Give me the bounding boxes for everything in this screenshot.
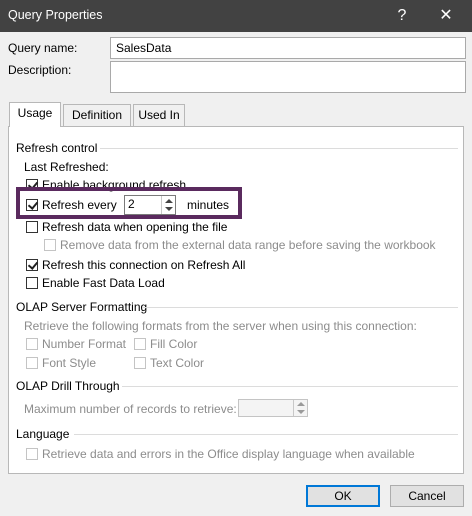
fast-data-load-label: Enable Fast Data Load <box>42 276 165 290</box>
refresh-on-refresh-all-label: Refresh this connection on Refresh All <box>42 258 246 272</box>
cancel-button[interactable]: Cancel <box>390 485 464 507</box>
text-color-checkbox[interactable] <box>134 357 146 369</box>
tab-used-in[interactable]: Used In <box>133 104 185 126</box>
window-title: Query Properties <box>8 8 103 22</box>
description-input[interactable] <box>110 61 466 93</box>
text-color-label: Text Color <box>150 356 205 370</box>
remove-data-checkbox[interactable] <box>44 239 56 251</box>
spinner-up-icon[interactable] <box>297 402 305 406</box>
max-records-spinner[interactable] <box>238 399 308 417</box>
spinner-down-icon[interactable] <box>297 410 305 414</box>
query-name-label: Query name: <box>8 41 78 55</box>
max-records-label: Maximum number of records to retrieve: <box>24 402 237 416</box>
query-name-input[interactable]: SalesData <box>110 37 466 59</box>
spinner-arrows[interactable] <box>293 400 307 416</box>
number-format-checkbox[interactable] <box>26 338 38 350</box>
title-bar: Query Properties ? ✕ <box>0 0 472 32</box>
refresh-on-refresh-all-checkbox[interactable] <box>26 259 38 271</box>
retrieve-office-language-label: Retrieve data and errors in the Office d… <box>42 447 415 461</box>
olap-drill-header: OLAP Drill Through <box>16 379 120 393</box>
fill-color-checkbox[interactable] <box>134 338 146 350</box>
section-divider <box>74 434 458 435</box>
refresh-on-open-checkbox[interactable] <box>26 221 38 233</box>
refresh-control-header: Refresh control <box>16 141 98 155</box>
fast-data-load-checkbox[interactable] <box>26 277 38 289</box>
olap-formatting-header: OLAP Server Formatting <box>16 300 148 314</box>
remove-data-label: Remove data from the external data range… <box>60 238 436 252</box>
retrieve-office-language-checkbox[interactable] <box>26 448 38 460</box>
olap-formatting-description: Retrieve the following formats from the … <box>24 319 417 333</box>
section-divider <box>122 386 458 387</box>
refresh-on-open-label: Refresh data when opening the file <box>42 220 228 234</box>
ok-button[interactable]: OK <box>306 485 380 507</box>
section-divider <box>100 148 458 149</box>
fill-color-label: Fill Color <box>150 337 198 351</box>
help-icon[interactable]: ? <box>388 4 416 28</box>
highlight-box <box>16 187 242 219</box>
description-label: Description: <box>8 63 72 77</box>
tab-usage[interactable]: Usage <box>9 102 61 127</box>
last-refreshed-label: Last Refreshed: <box>24 160 109 174</box>
close-icon[interactable]: ✕ <box>432 4 460 28</box>
section-divider <box>142 307 458 308</box>
number-format-label: Number Format <box>42 337 127 351</box>
font-style-checkbox[interactable] <box>26 357 38 369</box>
font-style-label: Font Style <box>42 356 97 370</box>
language-header: Language <box>16 427 70 441</box>
tab-definition[interactable]: Definition <box>63 104 131 126</box>
